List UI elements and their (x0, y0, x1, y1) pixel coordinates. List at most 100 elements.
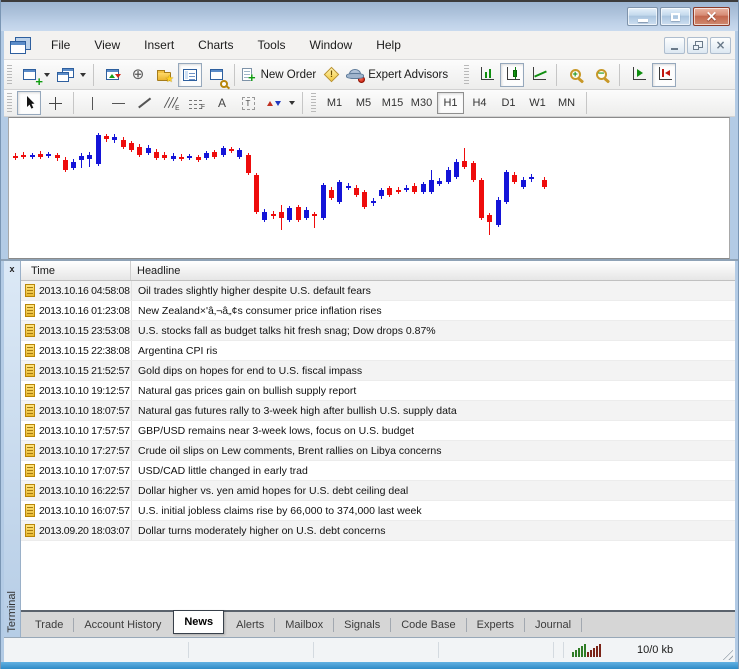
new-chart-icon (22, 69, 36, 80)
minimize-button[interactable] (627, 7, 658, 26)
toolbar-grip[interactable] (464, 64, 470, 85)
news-row[interactable]: 2013.10.10 16:07:57 U.S. initial jobless… (21, 501, 735, 521)
news-time: 2013.10.15 22:38:08 (39, 344, 130, 357)
profiles-dropdown-caret[interactable] (78, 64, 88, 86)
timeframe-m30[interactable]: M30 (408, 92, 435, 114)
new-order-button[interactable]: New Order (241, 63, 317, 87)
news-row[interactable]: 2013.10.15 23:53:08 U.S. stocks fall as … (21, 321, 735, 341)
menu-window[interactable]: Window (298, 33, 365, 57)
toolbar-grip[interactable] (7, 64, 12, 85)
app-icon[interactable] (10, 37, 31, 54)
toolbar-grip[interactable] (311, 93, 316, 113)
vertical-line-icon (91, 96, 93, 110)
candlestick-mode-button[interactable] (500, 62, 525, 87)
new-chart-dropdown-caret[interactable] (42, 64, 52, 86)
news-row[interactable]: 2013.10.16 04:58:08 Oil trades slightly … (21, 281, 735, 301)
news-time: 2013.10.10 19:12:57 (39, 384, 130, 397)
market-watch-button[interactable] (100, 63, 124, 87)
timeframe-m15[interactable]: M15 (379, 92, 406, 114)
auto-scroll-button[interactable] (626, 63, 650, 87)
profiles-icon (56, 67, 74, 82)
news-time: 2013.10.10 16:22:57 (39, 484, 130, 497)
terminal-close-button[interactable] (4, 263, 20, 276)
tab-alerts[interactable]: Alerts (226, 615, 274, 635)
mdi-restore-icon (692, 40, 703, 50)
navigator-icon (157, 69, 174, 85)
timeframe-m5[interactable]: M5 (350, 92, 377, 114)
timeframe-d1[interactable]: D1 (495, 92, 522, 114)
column-header-time[interactable]: Time (21, 261, 131, 280)
menu-help[interactable]: Help (364, 33, 413, 57)
news-row[interactable]: 2013.10.10 18:07:57 Natural gas futures … (21, 401, 735, 421)
arrows-dropdown-caret[interactable] (287, 92, 297, 114)
menu-file[interactable]: File (39, 33, 82, 57)
tab-news[interactable]: News (173, 609, 225, 634)
news-row[interactable]: 2013.10.15 22:38:08 Argentina CPI ris (21, 341, 735, 361)
zoom-in-button[interactable] (563, 63, 587, 87)
plus-icon (35, 73, 43, 91)
news-row[interactable]: 2013.10.10 17:07:57 USD/CAD little chang… (21, 461, 735, 481)
timeframe-m1[interactable]: M1 (321, 92, 348, 114)
profiles-button[interactable] (53, 63, 77, 87)
news-row[interactable]: 2013.10.10 17:57:57 GBP/USD remains near… (21, 421, 735, 441)
timeframe-h1[interactable]: H1 (437, 92, 464, 114)
bar-chart-mode-button[interactable] (474, 63, 498, 87)
news-row[interactable]: 2013.10.15 21:52:57 Gold dips on hopes f… (21, 361, 735, 381)
tab-signals[interactable]: Signals (334, 615, 390, 635)
terminal-button[interactable] (178, 62, 202, 87)
cursor-button[interactable] (17, 91, 41, 115)
chart-shift-button[interactable] (652, 62, 677, 87)
mdi-minimize-button[interactable] (664, 36, 685, 54)
menu-view[interactable]: View (82, 33, 132, 57)
text-label-button[interactable] (236, 91, 260, 115)
news-row[interactable]: 2013.10.10 16:22:57 Dollar higher vs. ye… (21, 481, 735, 501)
news-time: 2013.10.10 17:27:57 (39, 444, 130, 457)
menu-bar: File View Insert Charts Tools Window Hel… (4, 31, 735, 60)
candlestick-chart[interactable] (8, 117, 730, 259)
tab-account-history[interactable]: Account History (74, 615, 171, 635)
menu-insert[interactable]: Insert (132, 33, 186, 57)
tab-mailbox[interactable]: Mailbox (275, 615, 333, 635)
tab-experts[interactable]: Experts (467, 615, 524, 635)
crosshair-button[interactable] (43, 91, 67, 115)
toolbar-grip[interactable] (7, 93, 12, 113)
new-chart-button[interactable] (17, 63, 41, 87)
timeframe-w1[interactable]: W1 (524, 92, 551, 114)
data-window-button[interactable] (126, 63, 150, 87)
news-row[interactable]: 2013.10.10 19:12:57 Natural gas prices g… (21, 381, 735, 401)
title-bar[interactable] (1, 2, 738, 31)
news-row[interactable]: 2013.10.16 01:23:08 New Zealand×'â‚¬â„¢s… (21, 301, 735, 321)
mdi-close-button[interactable] (710, 36, 731, 54)
navigator-button[interactable] (152, 63, 176, 87)
column-header-headline[interactable]: Headline (131, 261, 735, 280)
tab-journal[interactable]: Journal (525, 615, 581, 635)
tab-code-base[interactable]: Code Base (391, 615, 465, 635)
timeframe-h4[interactable]: H4 (466, 92, 493, 114)
timeframe-mn[interactable]: MN (553, 92, 580, 114)
line-chart-mode-button[interactable] (526, 63, 550, 87)
news-row[interactable]: 2013.09.20 18:03:07 Dollar turns moderat… (21, 521, 735, 541)
news-row[interactable]: 2013.10.10 17:27:57 Crude oil slips on L… (21, 441, 735, 461)
mt4-window: File View Insert Charts Tools Window Hel… (0, 0, 739, 669)
tab-trade[interactable]: Trade (25, 615, 73, 635)
menu-tools[interactable]: Tools (246, 33, 298, 57)
close-button[interactable] (693, 7, 730, 26)
news-time: 2013.10.16 01:23:08 (39, 304, 130, 317)
equidistant-channel-button[interactable] (158, 91, 182, 115)
news-headline: Gold dips on hopes for end to U.S. fisca… (131, 361, 735, 380)
text-button[interactable] (210, 91, 234, 115)
maximize-button[interactable] (660, 7, 691, 26)
news-time: 2013.10.10 18:07:57 (39, 404, 130, 417)
zoom-out-button[interactable] (589, 63, 613, 87)
traffic-counter: 10/0 kb (637, 644, 674, 656)
mdi-restore-button[interactable] (687, 36, 708, 54)
arrows-button[interactable] (262, 91, 286, 115)
fibonacci-button[interactable] (184, 91, 208, 115)
metaeditor-button[interactable] (319, 63, 343, 87)
strategy-tester-button[interactable] (204, 63, 228, 88)
expert-advisors-button[interactable]: Expert Advisors (345, 63, 449, 87)
vertical-line-button[interactable] (80, 91, 104, 115)
trend-line-button[interactable] (132, 91, 156, 115)
horizontal-line-button[interactable] (106, 91, 130, 115)
menu-charts[interactable]: Charts (186, 33, 245, 57)
